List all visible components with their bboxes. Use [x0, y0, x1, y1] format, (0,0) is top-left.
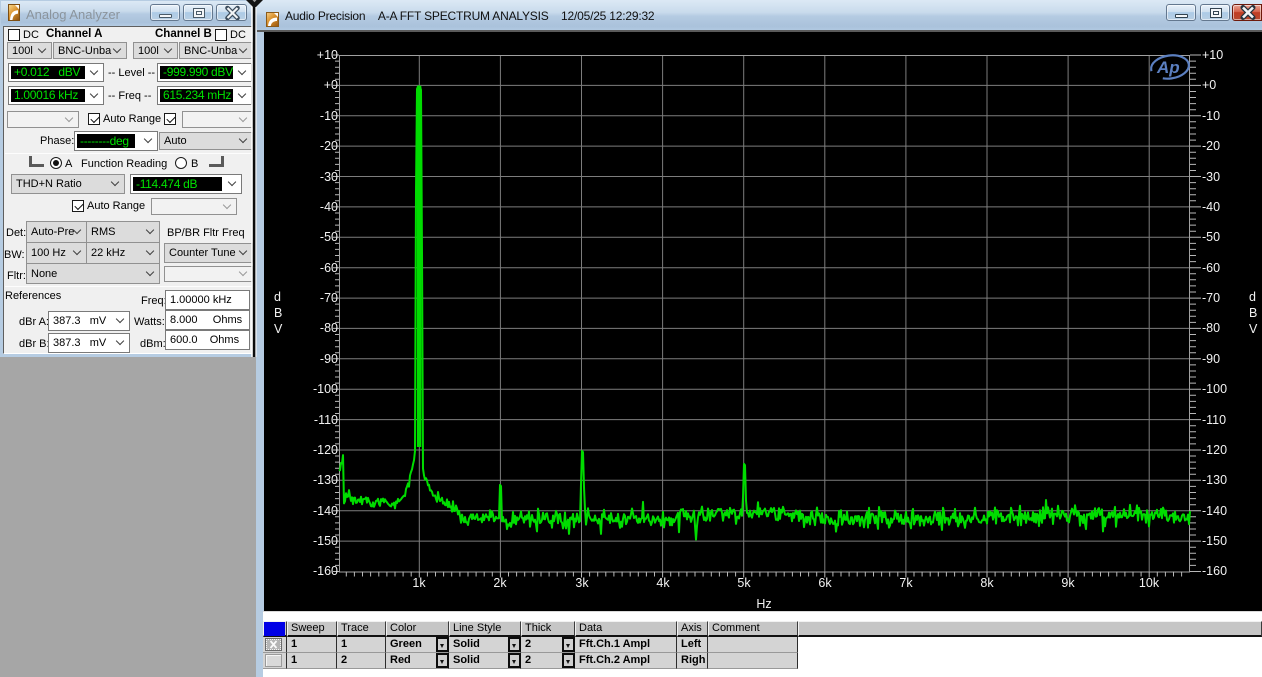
svg-text:4k: 4k	[656, 576, 670, 590]
svg-text:-150: -150	[1202, 534, 1227, 548]
svg-text:-80: -80	[320, 321, 338, 335]
svg-text:-110: -110	[1202, 413, 1226, 427]
svg-text:B: B	[1249, 306, 1257, 320]
svg-text:-40: -40	[320, 200, 338, 214]
svg-text:-60: -60	[1202, 261, 1220, 275]
svg-text:-100: -100	[1202, 382, 1227, 396]
svg-text:-110: -110	[314, 413, 338, 427]
svg-text:-10: -10	[1202, 109, 1220, 123]
svg-text:3k: 3k	[575, 576, 589, 590]
svg-text:1k: 1k	[412, 576, 426, 590]
svg-text:-90: -90	[320, 352, 338, 366]
svg-text:6k: 6k	[818, 576, 832, 590]
svg-text:-50: -50	[1202, 230, 1220, 244]
svg-text:8k: 8k	[980, 576, 994, 590]
svg-text:-10: -10	[320, 109, 338, 123]
svg-text:2k: 2k	[493, 576, 507, 590]
svg-text:Hz: Hz	[756, 597, 771, 611]
svg-text:-100: -100	[313, 382, 338, 396]
svg-text:-50: -50	[320, 230, 338, 244]
svg-text:+10: +10	[1202, 48, 1223, 62]
svg-text:-20: -20	[1202, 139, 1220, 153]
svg-text:-30: -30	[1202, 170, 1220, 184]
svg-text:-70: -70	[1202, 291, 1220, 305]
svg-text:-120: -120	[1202, 443, 1227, 457]
svg-text:-60: -60	[320, 261, 338, 275]
svg-text:-120: -120	[313, 443, 338, 457]
svg-text:-140: -140	[1202, 504, 1227, 518]
svg-text:-30: -30	[320, 170, 338, 184]
svg-text:d: d	[274, 290, 281, 304]
svg-text:+0: +0	[324, 78, 338, 92]
svg-text:-130: -130	[1202, 473, 1227, 487]
svg-text:-80: -80	[1202, 321, 1220, 335]
svg-text:V: V	[274, 322, 283, 336]
svg-text:+0: +0	[1202, 78, 1216, 92]
svg-text:B: B	[274, 306, 282, 320]
svg-text:-160: -160	[1202, 564, 1227, 578]
svg-text:5k: 5k	[737, 576, 751, 590]
svg-text:7k: 7k	[899, 576, 913, 590]
svg-text:-20: -20	[320, 139, 338, 153]
svg-text:-150: -150	[313, 534, 338, 548]
svg-text:10k: 10k	[1139, 576, 1160, 590]
svg-text:+10: +10	[317, 48, 338, 62]
svg-text:-140: -140	[313, 504, 338, 518]
svg-text:-40: -40	[1202, 200, 1220, 214]
svg-text:9k: 9k	[1061, 576, 1075, 590]
svg-text:Ap: Ap	[1156, 58, 1180, 77]
svg-text:V: V	[1249, 322, 1258, 336]
svg-text:d: d	[1249, 290, 1256, 304]
svg-text:-160: -160	[313, 564, 338, 578]
svg-text:-70: -70	[320, 291, 338, 305]
svg-text:-90: -90	[1202, 352, 1220, 366]
svg-text:-130: -130	[313, 473, 338, 487]
